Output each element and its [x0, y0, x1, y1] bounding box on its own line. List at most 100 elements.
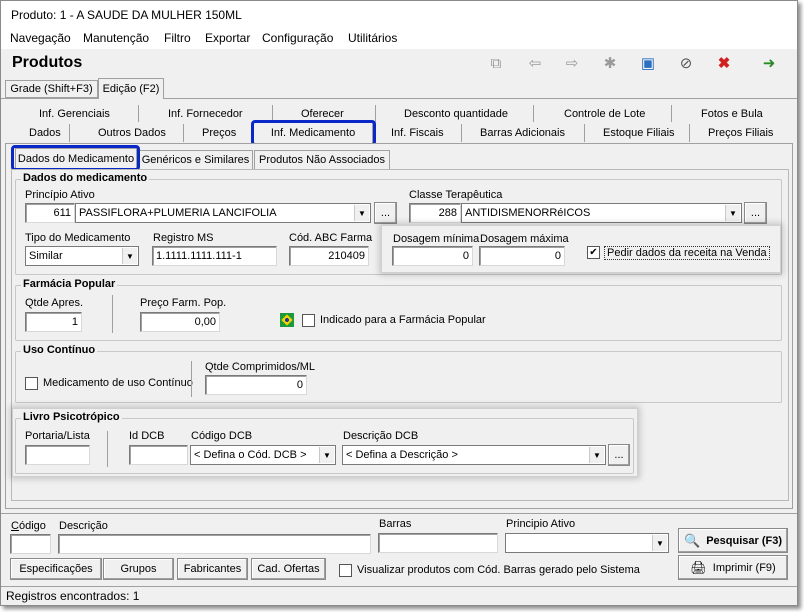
window-title: Produto: 1 - A SAUDE DA MULHER 150ML [11, 8, 242, 22]
classe-label: Classe Terapêutica [409, 189, 503, 201]
grupos-button[interactable]: Grupos [103, 558, 174, 580]
tab-oferecer[interactable]: Oferecer [301, 108, 344, 120]
arrow-right-icon[interactable]: ⇨ [561, 53, 583, 73]
search-barras-label: Barras [379, 518, 412, 530]
qtde-apres-input[interactable]: 1 [25, 312, 82, 332]
subtab-genericos-similares[interactable]: Genéricos e Similares [138, 150, 253, 169]
divider [112, 295, 113, 333]
tab-divider [584, 124, 585, 142]
classe-search-button[interactable]: ... [744, 202, 767, 224]
search-principio-select[interactable]: ▼ [505, 533, 669, 553]
tab-grade[interactable]: Grade (Shift+F3) [5, 80, 98, 98]
imprimir-button[interactable]: 🖨 Imprimir (F9) [678, 555, 788, 580]
dos-min-label: Dosagem mínima [393, 233, 480, 245]
dos-max-input[interactable]: 0 [479, 246, 565, 266]
visualizar-checkbox[interactable] [339, 564, 352, 577]
menu-filtro[interactable]: Filtro [164, 31, 191, 45]
arrow-left-icon[interactable]: ⇦ [524, 53, 546, 73]
tipo-select[interactable]: Similar ▼ [25, 246, 139, 266]
qtde-comprimidos-input[interactable]: 0 [205, 375, 307, 395]
tab-barras-adicionais[interactable]: Barras Adicionais [480, 127, 565, 139]
divider [107, 431, 108, 467]
group-title-farmacia: Farmácia Popular [21, 278, 118, 290]
new-icon[interactable]: ✱ [599, 53, 621, 73]
abc-input[interactable]: 210409 [289, 246, 369, 266]
subtab-produtos-nao-associados[interactable]: Produtos Não Associados [254, 150, 390, 169]
codigo-dcb-select[interactable]: < Defina o Cód. DCB > ▼ [190, 445, 336, 465]
especificacoes-button[interactable]: Especificações [10, 558, 102, 580]
fabricantes-button[interactable]: Fabricantes [177, 558, 248, 580]
tab-precos[interactable]: Preços [202, 127, 236, 139]
tab-divider [533, 105, 534, 122]
delete-icon[interactable]: ✖ [713, 53, 735, 73]
tab-controle-lote[interactable]: Controle de Lote [564, 108, 645, 120]
qtde-comprimidos-label: Qtde Comprimidos/ML [205, 361, 316, 373]
pedir-checkbox[interactable]: ✔ [587, 246, 600, 259]
search-codigo-input[interactable] [10, 534, 51, 554]
tab-divider [375, 105, 376, 122]
chevron-down-icon[interactable]: ▼ [589, 447, 604, 463]
tab-divider [671, 105, 672, 122]
tab-inf-fornecedor[interactable]: Inf. Fornecedor [168, 108, 243, 120]
cancel-icon[interactable]: ⊘ [675, 53, 697, 73]
tab-divider [689, 124, 690, 142]
tab-edicao[interactable]: Edição (F2) [98, 78, 164, 99]
principio-search-button[interactable]: ... [374, 202, 397, 224]
registro-label: Registro MS [153, 232, 214, 244]
tab-precos-filiais[interactable]: Preços Filiais [708, 127, 773, 139]
tab-fotos-bula[interactable]: Fotos e Bula [701, 108, 763, 120]
printer-icon: 🖨 [690, 559, 707, 575]
tab-dados[interactable]: Dados [29, 127, 61, 139]
portaria-input[interactable] [25, 445, 90, 465]
registro-input[interactable]: 1.1111.1111.111-1 [152, 246, 277, 266]
chevron-down-icon[interactable]: ▼ [725, 205, 740, 221]
dos-min-input[interactable]: 0 [392, 246, 473, 266]
menu-navegacao[interactable]: Navegação [10, 31, 71, 45]
group-title-dados: Dados do medicamento [21, 172, 150, 184]
codigo-dcb-value: < Defina o Cód. DCB > [194, 449, 307, 461]
brazil-flag-icon [280, 313, 294, 327]
chevron-down-icon[interactable]: ▼ [319, 447, 334, 463]
chevron-down-icon[interactable]: ▼ [122, 248, 137, 264]
uso-continuo-label: Medicamento de uso Contínuo [43, 377, 193, 389]
search-icon: 🔍 [684, 532, 701, 548]
pedir-label: Pedir dados da receita na Venda [604, 246, 770, 260]
tab-inf-gerenciais[interactable]: Inf. Gerenciais [39, 108, 110, 120]
copy-icon[interactable]: ⧉ [485, 53, 507, 73]
portaria-label: Portaria/Lista [25, 430, 90, 442]
pesquisar-button[interactable]: 🔍 Pesquisar (F3) [678, 528, 788, 553]
tab-outros-dados[interactable]: Outros Dados [98, 127, 166, 139]
indicado-label: Indicado para a Farmácia Popular [320, 314, 486, 326]
abc-label: Cód. ABC Farma [289, 232, 373, 244]
group-title-livro: Livro Psicotrópico [21, 411, 122, 423]
menu-exportar[interactable]: Exportar [205, 31, 250, 45]
menu-utilitarios[interactable]: Utilitários [348, 31, 397, 45]
menu-bar: Navegação Manutenção Filtro Exportar Con… [1, 29, 797, 49]
chevron-down-icon[interactable]: ▼ [652, 535, 667, 551]
idcb-input[interactable] [129, 445, 188, 465]
preco-pop-input[interactable]: 0,00 [140, 312, 220, 332]
classe-code-input[interactable]: 288 [409, 203, 461, 223]
menu-configuracao[interactable]: Configuração [262, 31, 333, 45]
principio-value: PASSIFLORA+PLUMERIA LANCIFOLIA [79, 207, 277, 219]
descricao-dcb-search-button[interactable]: ... [608, 444, 630, 466]
search-descricao-input[interactable] [58, 534, 371, 554]
chevron-down-icon[interactable]: ▼ [354, 205, 369, 221]
principio-select[interactable]: PASSIFLORA+PLUMERIA LANCIFOLIA ▼ [75, 203, 371, 223]
descricao-dcb-select[interactable]: < Defina a Descrição > ▼ [342, 445, 606, 465]
principio-code-input[interactable]: 611 [25, 203, 75, 223]
tab-inf-fiscais[interactable]: Inf. Fiscais [391, 127, 444, 139]
group-title-uso: Uso Contínuo [21, 344, 98, 356]
menu-manutencao[interactable]: Manutenção [83, 31, 149, 45]
search-barras-input[interactable] [378, 533, 498, 553]
indicado-checkbox[interactable] [302, 314, 315, 327]
imprimir-label: Imprimir (F9) [712, 561, 776, 574]
tab-desconto-quantidade[interactable]: Desconto quantidade [404, 108, 508, 120]
tab-estoque-filiais[interactable]: Estoque Filiais [603, 127, 675, 139]
header: Produtos ⧉ ⇦ ⇨ ✱ ▣ ⊘ ✖ ➜ [1, 49, 797, 77]
uso-continuo-checkbox[interactable] [25, 377, 38, 390]
cad-ofertas-button[interactable]: Cad. Ofertas [251, 558, 326, 580]
exit-icon[interactable]: ➜ [758, 53, 780, 73]
save-icon[interactable]: ▣ [637, 53, 659, 73]
classe-select[interactable]: ANTIDISMENORRéICOS ▼ [461, 203, 742, 223]
